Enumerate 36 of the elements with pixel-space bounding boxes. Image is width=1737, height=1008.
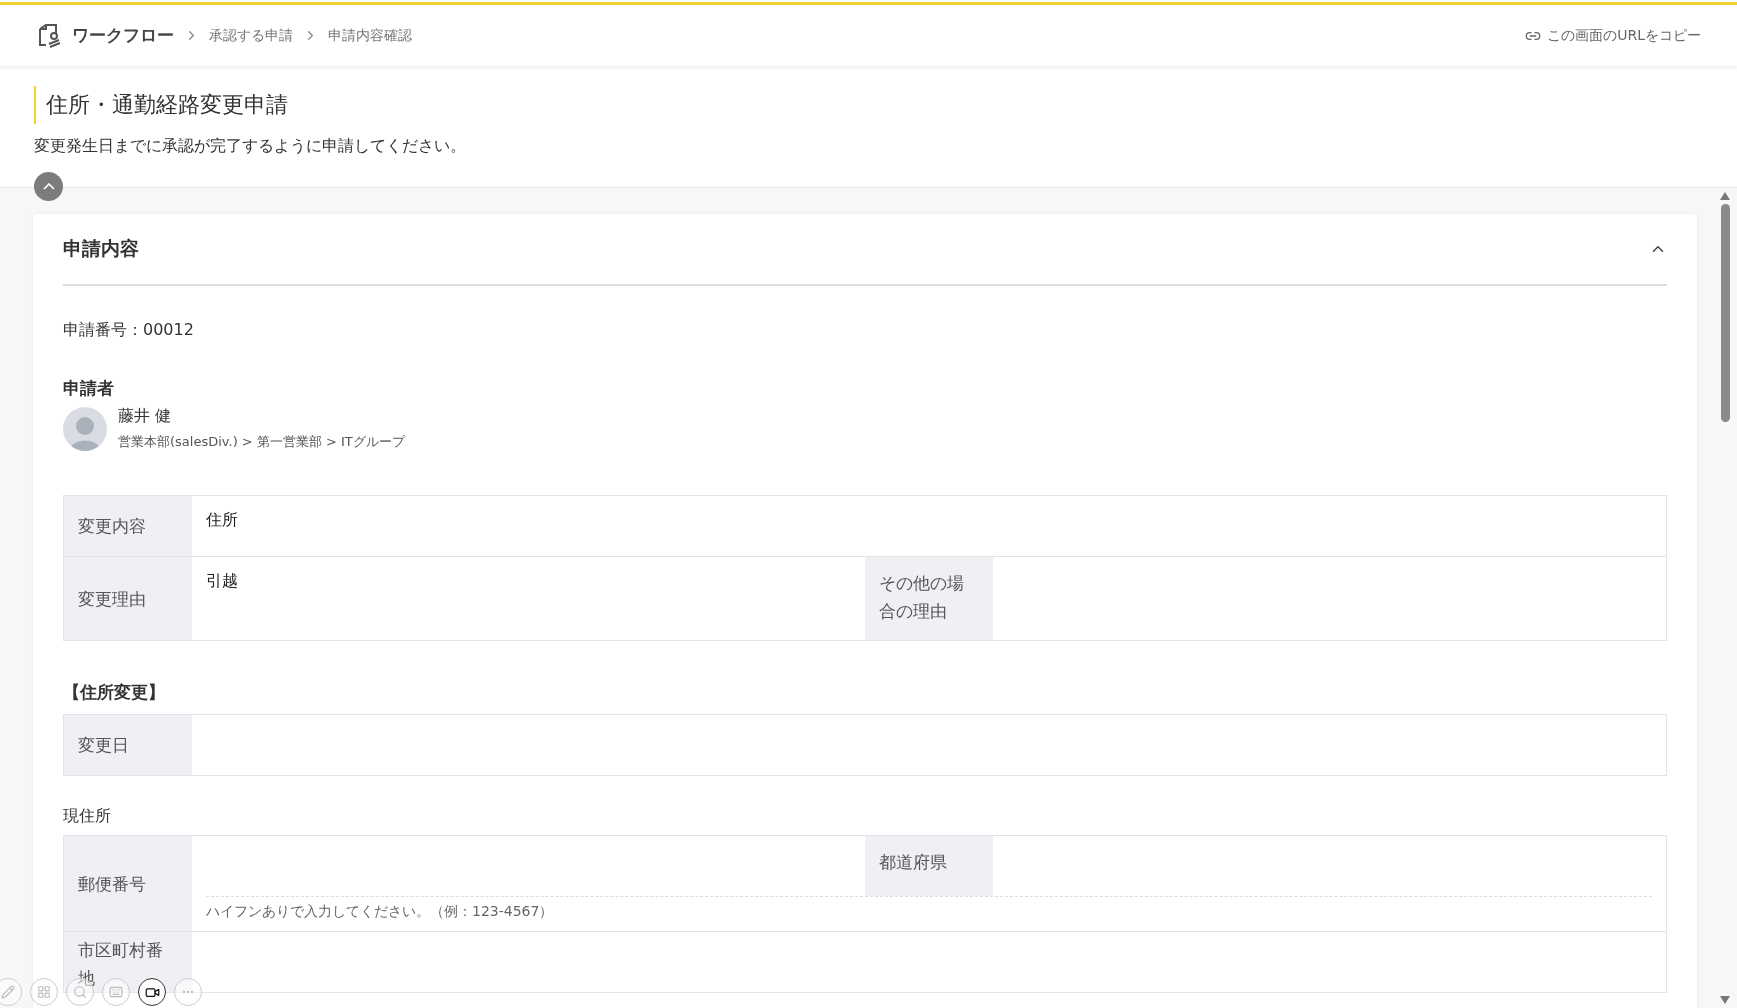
breadcrumb-link[interactable]: 申請内容確認 (328, 26, 412, 45)
field-label: 郵便番号 (64, 836, 192, 931)
layout-grid-icon (37, 985, 51, 999)
field-label: その他の場合の理由 (865, 557, 993, 640)
application-number: 申請番号：00012 (63, 320, 195, 341)
field-label: 変更日 (64, 715, 192, 775)
field-label: 市区町村番地 (64, 932, 192, 992)
scroll-down-icon (1720, 996, 1730, 1004)
field-label: 変更理由 (64, 557, 192, 640)
subsection-heading: 現住所 (63, 806, 112, 827)
field-hint: ハイフンありで入力してください。（例：123-4567） (206, 896, 1652, 931)
applicant-heading: 申請者 (63, 377, 115, 400)
field-value: 住所 (205, 509, 239, 531)
subsection-heading: 【住所変更】 (63, 681, 166, 704)
field-label: 変更内容 (64, 496, 192, 556)
section-title: 申請内容 (63, 236, 139, 261)
pencil-icon (1, 985, 15, 999)
field-value: 引越 (205, 570, 239, 592)
scrollbar-thumb[interactable] (1720, 204, 1730, 422)
breadcrumb-link[interactable]: 承認する申請 (209, 26, 293, 45)
applicant-department: 営業本部(salesDiv.) > 第一営業部 > ITグループ (118, 433, 405, 451)
copy-url-link[interactable]: この画面のURLをコピー (1525, 26, 1701, 45)
avatar-silhouette (63, 406, 107, 451)
layout-button[interactable] (30, 978, 58, 1006)
keyboard-icon (109, 985, 123, 999)
chevron-up-icon (42, 183, 55, 190)
applicant-name: 藤井 健 (118, 406, 173, 427)
pen-tool-button[interactable] (0, 978, 22, 1006)
page-description: 変更発生日までに承認が完了するように申請してください。 (34, 136, 467, 157)
scroll-up-icon (1720, 192, 1730, 200)
breadcrumb-link[interactable]: ワークフロー (72, 24, 174, 47)
keyboard-button[interactable] (102, 978, 130, 1006)
field-label: 都道府県 (865, 836, 993, 896)
stamp-document-icon (36, 22, 62, 49)
search-icon (73, 985, 87, 999)
page-title: 住所・通勤経路変更申請 (34, 86, 1703, 124)
